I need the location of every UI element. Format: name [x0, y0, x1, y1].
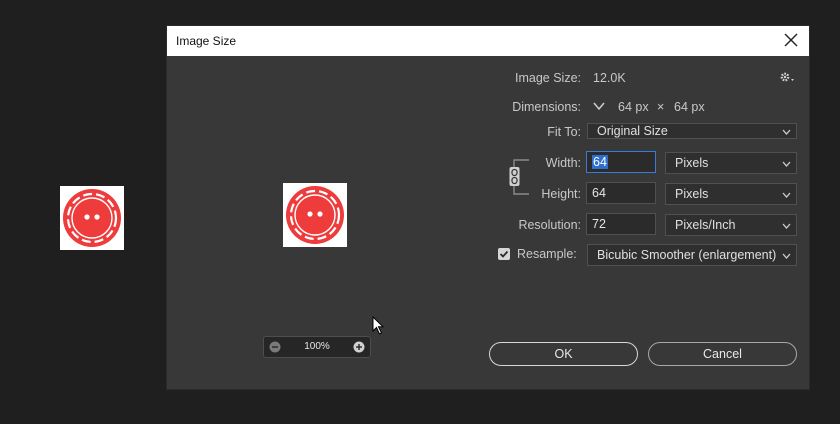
height-label: Height: — [541, 187, 581, 201]
image-size-label: Image Size: — [514, 71, 581, 85]
chevron-down-icon — [782, 253, 791, 259]
resample-method-value: Bicubic Smoother (enlargement) — [597, 248, 777, 262]
sewing-button-icon — [284, 184, 346, 246]
width-input[interactable]: 64 — [586, 151, 656, 173]
preview-image — [283, 183, 347, 247]
resample-label: Resample: — [517, 247, 577, 261]
resample-method-dropdown[interactable]: Bicubic Smoother (enlargement) — [587, 244, 797, 266]
width-unit-dropdown[interactable]: Pixels — [665, 152, 797, 174]
dimensions-label: Dimensions: — [512, 100, 581, 114]
canvas-image-thumbnail — [60, 186, 124, 250]
width-unit-value: Pixels — [675, 156, 709, 170]
chevron-down-icon — [782, 192, 791, 198]
dialog-title: Image Size — [176, 34, 237, 48]
height-unit-value: Pixels — [675, 187, 709, 201]
resolution-label: Resolution: — [518, 218, 581, 232]
zoom-in-icon[interactable] — [353, 341, 365, 353]
dimensions-height: 64 px — [674, 100, 705, 114]
resolution-unit-value: Pixels/Inch — [675, 218, 736, 232]
sewing-button-icon — [61, 187, 123, 249]
resolution-input[interactable]: 72 — [586, 213, 656, 235]
gear-icon[interactable] — [779, 71, 795, 83]
height-unit-dropdown[interactable]: Pixels — [665, 183, 797, 205]
resample-checkbox[interactable] — [498, 248, 510, 260]
width-label: Width: — [545, 156, 581, 170]
zoom-control: 100% — [263, 336, 371, 358]
chevron-down-icon — [782, 129, 791, 135]
resolution-unit-dropdown[interactable]: Pixels/Inch — [665, 214, 797, 236]
preview-pane[interactable]: 100% — [167, 56, 487, 389]
width-value: 64 — [592, 155, 608, 169]
chevron-down-icon — [782, 161, 791, 167]
checkmark-icon — [499, 250, 509, 258]
cancel-button[interactable]: Cancel — [648, 342, 797, 366]
height-value: 64 — [592, 186, 606, 200]
dimensions-width: 64 px — [618, 100, 649, 114]
fit-to-dropdown[interactable]: Original Size — [587, 123, 797, 139]
image-size-value: 12.0K — [593, 71, 626, 85]
fit-to-label: Fit To: — [547, 125, 581, 139]
resolution-value: 72 — [592, 217, 606, 231]
fit-to-value: Original Size — [597, 124, 668, 138]
dimensions-times: × — [657, 100, 665, 114]
chevron-down-icon — [782, 223, 791, 229]
ok-button[interactable]: OK — [489, 342, 638, 366]
close-icon[interactable] — [781, 30, 801, 50]
chain-link-icon[interactable] — [509, 159, 531, 201]
dialog-titlebar: Image Size — [167, 26, 809, 56]
height-input[interactable]: 64 — [586, 182, 656, 204]
mouse-cursor-icon — [372, 316, 385, 335]
chevron-down-icon[interactable] — [592, 99, 606, 113]
image-size-dialog: Image Size 100% Image Size: 12.0K Dimens… — [167, 26, 809, 389]
